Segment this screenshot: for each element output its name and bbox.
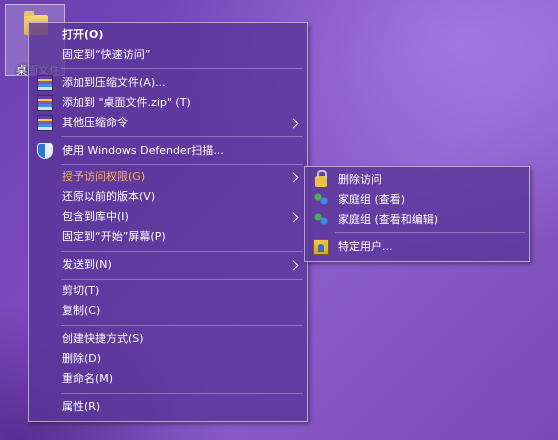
menu-separator	[61, 279, 303, 280]
menu-item-copy[interactable]: 复制(C)	[29, 301, 307, 321]
menu-item-send-to[interactable]: 发送到(N)	[29, 255, 307, 275]
menu-item-label: 使用 Windows Defender扫描...	[62, 144, 224, 157]
submenu-item-label: 删除访问	[338, 173, 382, 186]
homegroup-icon	[313, 192, 329, 208]
menu-item-rename[interactable]: 重命名(M)	[29, 369, 307, 389]
menu-item-add-to-archive[interactable]: 添加到压缩文件(A)...	[29, 73, 307, 93]
menu-item-label: 其他压缩命令	[62, 116, 128, 129]
menu-item-other-compress[interactable]: 其他压缩命令	[29, 113, 307, 133]
winrar-icon	[37, 115, 53, 131]
menu-item-label: 打开(O)	[62, 28, 104, 41]
menu-separator	[61, 164, 303, 165]
menu-item-properties[interactable]: 属性(R)	[29, 397, 307, 417]
menu-item-label: 还原以前的版本(V)	[62, 190, 156, 203]
menu-item-delete[interactable]: 删除(D)	[29, 349, 307, 369]
menu-item-pin-quick-access[interactable]: 固定到“快速访问”	[29, 45, 307, 65]
menu-separator	[61, 325, 303, 326]
menu-item-label: 重命名(M)	[62, 372, 114, 385]
menu-item-label: 复制(C)	[62, 304, 101, 317]
menu-item-label: 发送到(N)	[62, 258, 112, 271]
submenu-item-homegroup-view[interactable]: 家庭组 (查看)	[305, 190, 529, 210]
menu-item-label: 删除(D)	[62, 352, 102, 365]
menu-separator	[61, 393, 303, 394]
submenu-item-homegroup-edit[interactable]: 家庭组 (查看和编辑)	[305, 210, 529, 230]
submenu-item-label: 家庭组 (查看和编辑)	[338, 213, 439, 226]
homegroup-icon	[313, 212, 329, 228]
menu-item-add-to-zip[interactable]: 添加到 "桌面文件.zip" (T)	[29, 93, 307, 113]
menu-item-label: 添加到 "桌面文件.zip" (T)	[62, 96, 191, 109]
submenu-item-label: 特定用户...	[338, 240, 393, 253]
menu-item-pin-start[interactable]: 固定到“开始”屏幕(P)	[29, 227, 307, 247]
menu-item-label: 剪切(T)	[62, 284, 100, 297]
menu-item-label: 固定到“开始”屏幕(P)	[62, 230, 166, 243]
lock-icon	[315, 170, 327, 187]
chevron-right-icon	[288, 260, 299, 271]
menu-item-label: 固定到“快速访问”	[62, 48, 151, 61]
menu-separator	[61, 251, 303, 252]
submenu-item-remove-access[interactable]: 删除访问	[305, 170, 529, 190]
menu-item-restore-versions[interactable]: 还原以前的版本(V)	[29, 187, 307, 207]
menu-separator	[61, 136, 303, 137]
menu-item-label: 授予访问权限(G)	[62, 170, 146, 183]
menu-item-label: 包含到库中(I)	[62, 210, 129, 223]
menu-item-label: 添加到压缩文件(A)...	[62, 76, 166, 89]
menu-item-open[interactable]: 打开(O)	[29, 25, 307, 45]
defender-shield-icon	[37, 143, 53, 159]
menu-item-cut[interactable]: 剪切(T)	[29, 281, 307, 301]
menu-separator	[335, 232, 525, 233]
chevron-right-icon	[288, 118, 299, 129]
winrar-icon	[37, 95, 53, 111]
submenu-item-specific-users[interactable]: 特定用户...	[305, 237, 529, 257]
menu-item-label: 创建快捷方式(S)	[62, 332, 144, 345]
chevron-right-icon	[288, 212, 299, 223]
menu-item-include-library[interactable]: 包含到库中(I)	[29, 207, 307, 227]
chevron-right-icon	[288, 172, 299, 183]
menu-separator	[61, 68, 303, 69]
menu-item-grant-access[interactable]: 授予访问权限(G)	[29, 167, 307, 187]
submenu-item-label: 家庭组 (查看)	[338, 193, 406, 206]
user-icon	[313, 239, 329, 255]
grant-access-submenu: 删除访问 家庭组 (查看) 家庭组 (查看和编辑) 特定用户...	[304, 166, 530, 262]
context-menu: 打开(O) 固定到“快速访问” 添加到压缩文件(A)... 添加到 "桌面文件.…	[28, 22, 308, 422]
winrar-icon	[37, 75, 53, 91]
menu-item-defender-scan[interactable]: 使用 Windows Defender扫描...	[29, 141, 307, 161]
menu-item-create-shortcut[interactable]: 创建快捷方式(S)	[29, 329, 307, 349]
menu-item-label: 属性(R)	[62, 400, 101, 413]
